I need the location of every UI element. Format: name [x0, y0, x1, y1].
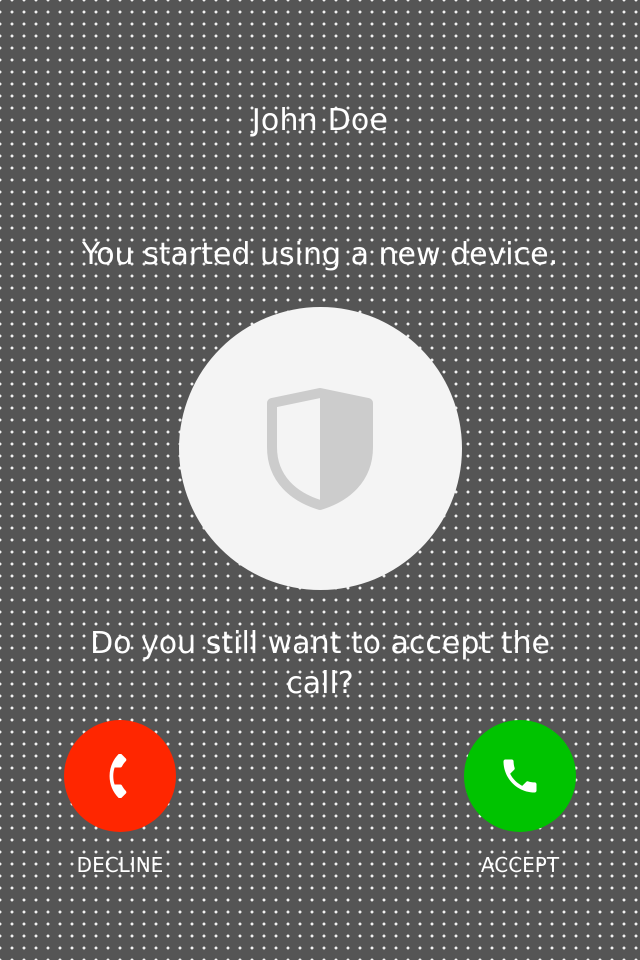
- phone-icon: [503, 759, 537, 793]
- accept-button[interactable]: [464, 720, 576, 832]
- decline-label: DECLINE: [76, 853, 164, 877]
- accept-call-question: Do you still want to accept the call?: [90, 626, 550, 701]
- caller-name: John Doe: [251, 103, 389, 138]
- new-device-notice: You started using a new device.: [81, 237, 559, 272]
- decline-button[interactable]: [64, 720, 176, 832]
- accept-label: ACCEPT: [480, 853, 560, 877]
- security-badge: [179, 307, 462, 590]
- phone-hangup-icon: [109, 754, 127, 798]
- shield-icon: [267, 388, 373, 510]
